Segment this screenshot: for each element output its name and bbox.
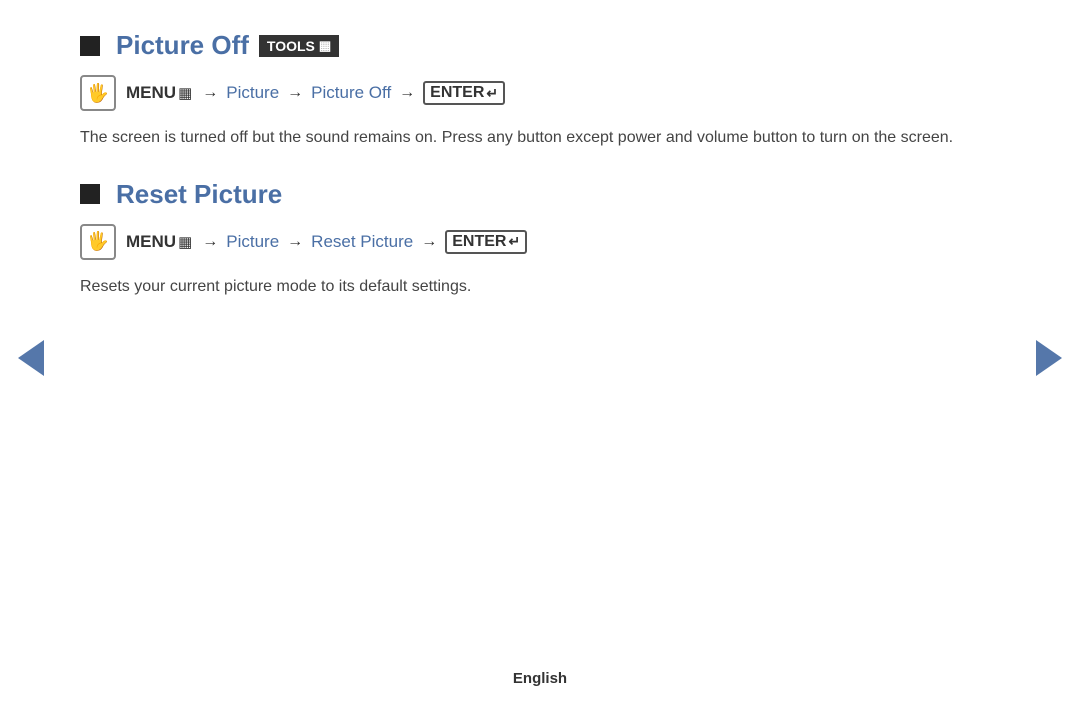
- remote-icon: 🖐: [80, 75, 116, 111]
- menu-step-picture-off: Picture Off: [311, 83, 391, 103]
- menu-path-picture-off: 🖐 MENU ▦ → Picture → Picture Off → ENTER…: [80, 75, 1000, 111]
- main-content: Picture Off TOOLS ▦ 🖐 MENU ▦ → Picture →…: [0, 0, 1080, 299]
- arrow-1: →: [202, 84, 218, 102]
- section-header-reset-picture: Reset Picture: [80, 179, 1000, 210]
- tools-badge-text: TOOLS: [267, 38, 315, 54]
- menu-keyword-1: MENU: [126, 83, 176, 103]
- section-picture-off: Picture Off TOOLS ▦ 🖐 MENU ▦ → Picture →…: [80, 30, 1000, 151]
- nav-prev-arrow-icon: [18, 340, 44, 376]
- enter-badge-2: ENTER ↵: [445, 230, 527, 254]
- section-square-icon: [80, 36, 100, 56]
- enter-icon-2: ↵: [508, 233, 520, 250]
- arrow-6: →: [421, 233, 437, 251]
- arrow-2: →: [287, 84, 303, 102]
- menu-step-reset-picture: Reset Picture: [311, 232, 413, 252]
- menu-keyword-2: MENU: [126, 232, 176, 252]
- footer-language: English: [513, 670, 567, 687]
- remote-icon-2: 🖐: [80, 224, 116, 260]
- menu-step-picture-1: Picture: [226, 83, 279, 103]
- enter-text-1: ENTER: [430, 84, 484, 102]
- remote-icon-glyph-2: 🖐: [87, 231, 109, 252]
- arrow-5: →: [287, 233, 303, 251]
- enter-text-2: ENTER: [452, 233, 506, 251]
- section-square-icon-2: [80, 184, 100, 204]
- menu-step-picture-2: Picture: [226, 232, 279, 252]
- arrow-3: →: [399, 84, 415, 102]
- section-title-reset-picture: Reset Picture: [116, 179, 282, 210]
- menu-path-reset-picture: 🖐 MENU ▦ → Picture → Reset Picture → ENT…: [80, 224, 1000, 260]
- section-title-picture-off: Picture Off: [116, 30, 249, 61]
- description-reset-picture: Resets your current picture mode to its …: [80, 274, 1000, 300]
- menu-grid-icon-2: ▦: [178, 233, 192, 251]
- enter-badge-1: ENTER ↵: [423, 81, 505, 105]
- nav-next-arrow-icon: [1036, 340, 1062, 376]
- arrow-4: →: [202, 233, 218, 251]
- tools-badge: TOOLS ▦: [259, 35, 339, 57]
- nav-next-button[interactable]: [1036, 340, 1062, 376]
- description-picture-off: The screen is turned off but the sound r…: [80, 125, 1000, 151]
- enter-icon-1: ↵: [486, 85, 498, 102]
- remote-icon-glyph: 🖐: [87, 83, 109, 104]
- tools-badge-icon: ▦: [319, 38, 331, 54]
- nav-prev-button[interactable]: [18, 340, 44, 376]
- section-header-picture-off: Picture Off TOOLS ▦: [80, 30, 1000, 61]
- footer: English: [0, 670, 1080, 687]
- section-reset-picture: Reset Picture 🖐 MENU ▦ → Picture → Reset…: [80, 179, 1000, 300]
- menu-grid-icon: ▦: [178, 84, 192, 102]
